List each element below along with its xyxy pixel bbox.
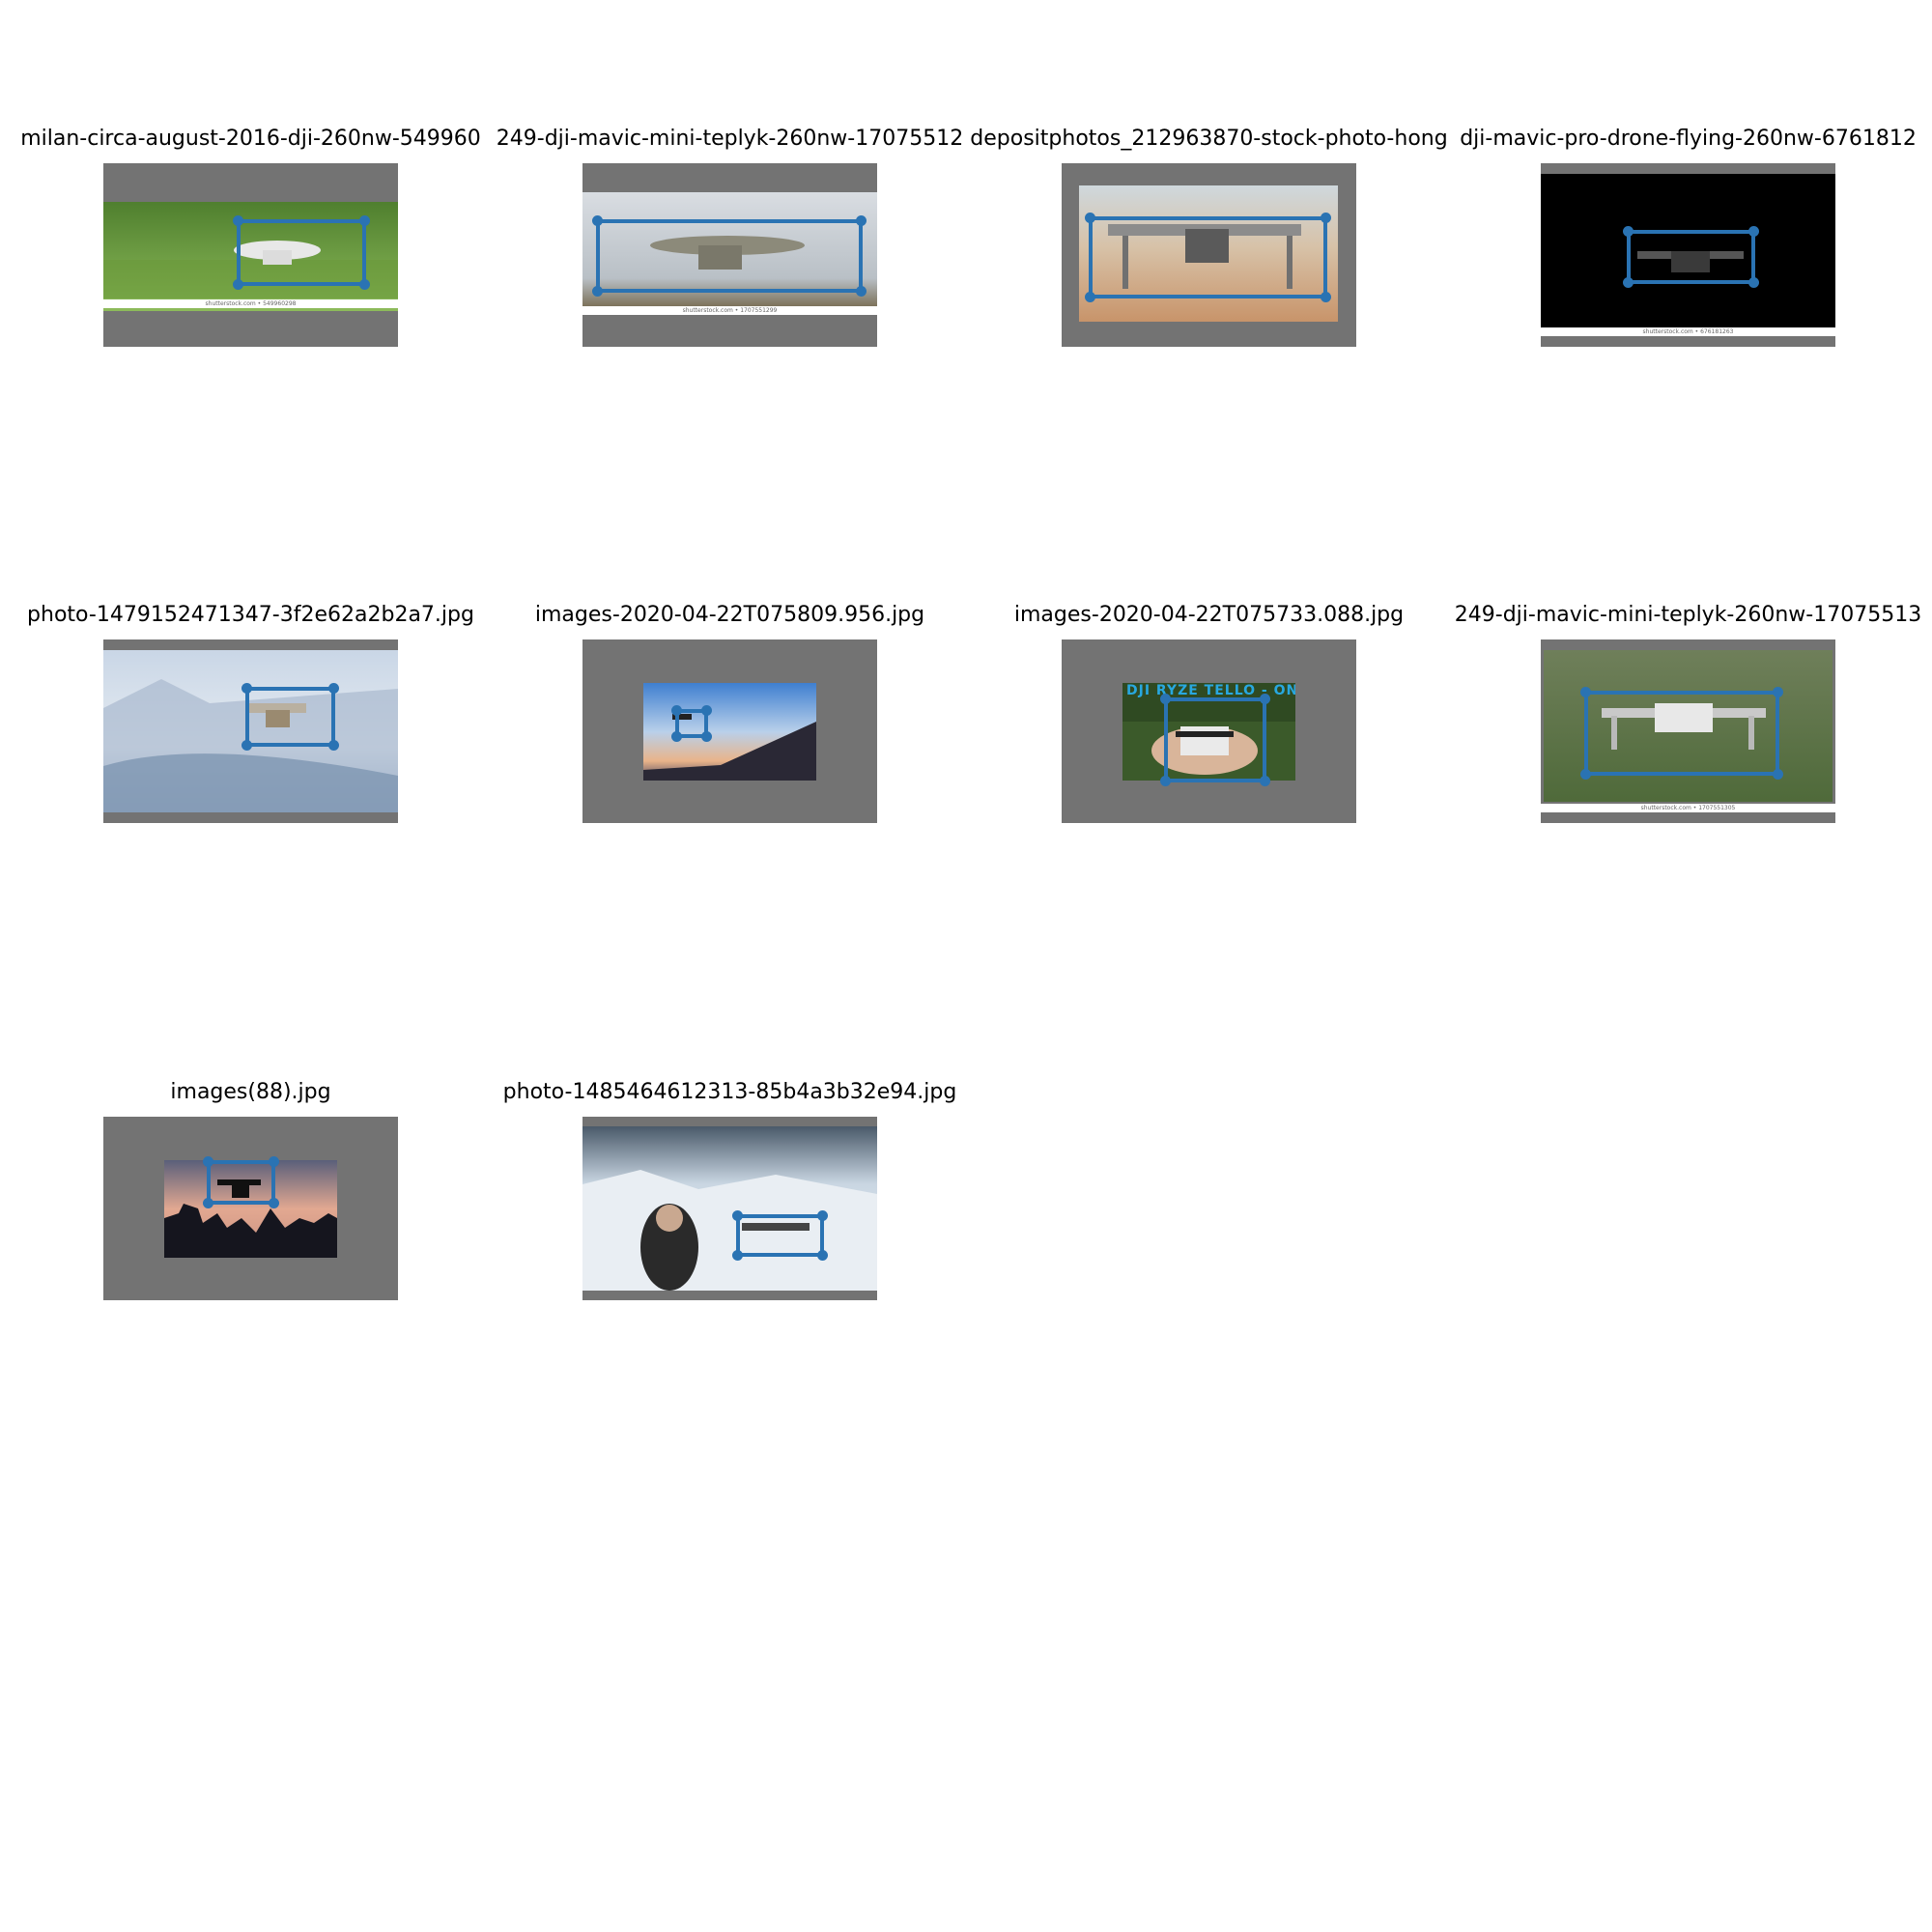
corner-handle bbox=[1160, 776, 1171, 786]
image-filename: dji-mavic-pro-drone-flying-260nw-6761812 bbox=[1460, 127, 1917, 151]
corner-handle bbox=[1773, 687, 1783, 697]
image-tile: images-2020-04-22T075809.956.jpg bbox=[535, 603, 924, 823]
corner-handle bbox=[701, 731, 712, 742]
drone-photo bbox=[643, 683, 816, 781]
bounding-box bbox=[732, 1210, 828, 1261]
corner-handle bbox=[1580, 687, 1591, 697]
image-tile: images-2020-04-22T075733.088.jpg DJI RYZ… bbox=[1014, 603, 1404, 823]
overlay-text: DJI RYZE TELLO - ONLY $99!! bbox=[1126, 683, 1295, 698]
corner-handle bbox=[592, 286, 603, 297]
corner-handle bbox=[1260, 694, 1270, 704]
corner-handle bbox=[233, 279, 243, 290]
image-filename: 249-dji-mavic-mini-teplyk-260nw-17075512 bbox=[496, 127, 964, 151]
corner-handle bbox=[817, 1250, 828, 1261]
bounding-box bbox=[1623, 226, 1759, 288]
corner-handle bbox=[1085, 213, 1095, 223]
image-filename: photo-1485464612313-85b4a3b32e94.jpg bbox=[502, 1080, 957, 1104]
image-filename: images-2020-04-22T075733.088.jpg bbox=[1013, 603, 1405, 627]
corner-handle bbox=[1321, 213, 1331, 223]
corner-handle bbox=[1321, 292, 1331, 302]
corner-handle bbox=[1160, 694, 1171, 704]
image-filename: depositphotos_212963870-stock-photo-hong bbox=[970, 127, 1448, 151]
image-filename: photo-1479152471347-3f2e62a2b2a7.jpg bbox=[27, 603, 474, 627]
corner-handle bbox=[1748, 226, 1759, 237]
image-frame bbox=[103, 1117, 398, 1300]
corner-handle bbox=[1580, 769, 1591, 780]
bounding-box bbox=[233, 215, 370, 290]
bounding-box bbox=[592, 215, 867, 297]
corner-handle bbox=[242, 683, 252, 694]
image-frame bbox=[582, 639, 877, 823]
corner-handle bbox=[328, 683, 339, 694]
corner-handle bbox=[732, 1250, 743, 1261]
image-filename: images-2020-04-22T075809.956.jpg bbox=[534, 603, 925, 627]
drone-photo bbox=[582, 1126, 877, 1291]
watermark-caption: shutterstock.com • 1707551305 bbox=[1541, 804, 1835, 812]
corner-handle bbox=[671, 705, 682, 716]
bounding-box bbox=[1160, 694, 1270, 786]
bounding-box bbox=[671, 705, 712, 742]
image-tile: depositphotos_212963870-stock-photo-hong bbox=[970, 127, 1448, 347]
watermark-caption: shutterstock.com • 549960298 bbox=[103, 299, 398, 308]
image-frame bbox=[103, 639, 398, 823]
bounding-box bbox=[1580, 687, 1783, 780]
image-tile: 249-dji-mavic-mini-teplyk-260nw-17075512… bbox=[497, 127, 963, 347]
corner-handle bbox=[856, 286, 867, 297]
image-tile: images(88).jpg bbox=[103, 1080, 398, 1300]
image-tile: 249-dji-mavic-mini-teplyk-260nw-17075513… bbox=[1455, 603, 1921, 823]
image-frame: shutterstock.com • 676181263 bbox=[1541, 163, 1835, 347]
corner-handle bbox=[1773, 769, 1783, 780]
image-frame: DJI RYZE TELLO - ONLY $99!! bbox=[1062, 639, 1356, 823]
corner-handle bbox=[242, 740, 252, 751]
corner-handle bbox=[592, 215, 603, 226]
image-tile: milan-circa-august-2016-dji-260nw-549960… bbox=[20, 127, 481, 347]
image-frame: shutterstock.com • 1707551299 bbox=[582, 163, 877, 347]
image-tile: photo-1485464612313-85b4a3b32e94.jpg bbox=[503, 1080, 956, 1300]
corner-handle bbox=[359, 279, 370, 290]
image-frame: shutterstock.com • 1707551305 bbox=[1541, 639, 1835, 823]
image-filename: milan-circa-august-2016-dji-260nw-549960 bbox=[20, 127, 481, 151]
corner-handle bbox=[269, 1198, 279, 1208]
corner-handle bbox=[817, 1210, 828, 1221]
image-tile: photo-1479152471347-3f2e62a2b2a7.jpg bbox=[27, 603, 474, 823]
image-frame bbox=[1062, 163, 1356, 347]
image-filename: 249-dji-mavic-mini-teplyk-260nw-17075513 bbox=[1454, 603, 1922, 627]
corner-handle bbox=[203, 1156, 213, 1167]
corner-handle bbox=[203, 1198, 213, 1208]
watermark-caption: shutterstock.com • 676181263 bbox=[1541, 327, 1835, 336]
corner-handle bbox=[1260, 776, 1270, 786]
corner-handle bbox=[1748, 277, 1759, 288]
corner-handle bbox=[328, 740, 339, 751]
bounding-box bbox=[1085, 213, 1331, 302]
bounding-box bbox=[203, 1156, 279, 1208]
corner-handle bbox=[1623, 277, 1634, 288]
corner-handle bbox=[856, 215, 867, 226]
corner-handle bbox=[701, 705, 712, 716]
bounding-box bbox=[242, 683, 339, 751]
watermark-caption: shutterstock.com • 1707551299 bbox=[582, 306, 877, 315]
corner-handle bbox=[732, 1210, 743, 1221]
image-tile: dji-mavic-pro-drone-flying-260nw-6761812… bbox=[1460, 127, 1917, 347]
corner-handle bbox=[359, 215, 370, 226]
image-filename: images(88).jpg bbox=[170, 1080, 331, 1104]
corner-handle bbox=[233, 215, 243, 226]
corner-handle bbox=[1623, 226, 1634, 237]
image-frame: shutterstock.com • 549960298 bbox=[103, 163, 398, 347]
corner-handle bbox=[269, 1156, 279, 1167]
image-frame bbox=[582, 1117, 877, 1300]
corner-handle bbox=[671, 731, 682, 742]
corner-handle bbox=[1085, 292, 1095, 302]
